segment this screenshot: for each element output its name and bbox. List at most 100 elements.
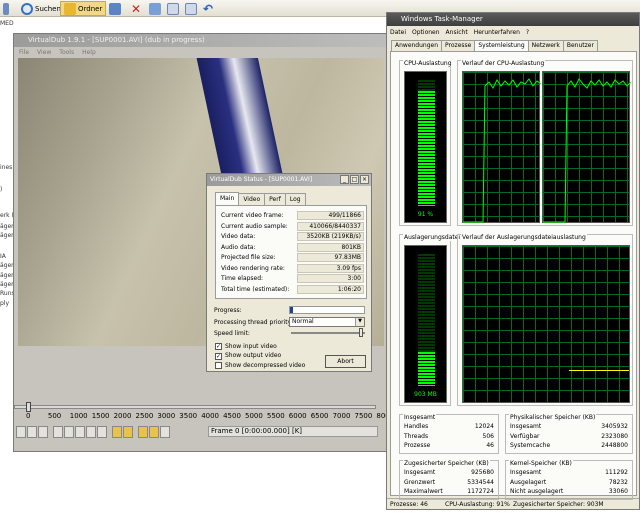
- play-output-icon[interactable]: [38, 426, 48, 438]
- tab-log[interactable]: Log: [284, 193, 306, 205]
- physisch-title: Physikalischer Speicher (KB): [509, 414, 597, 421]
- menu-tools[interactable]: Tools: [59, 49, 74, 56]
- checkbox-2[interactable]: ✓: [215, 352, 222, 360]
- zugesichert-title: Zugesicherter Speicher (KB): [403, 460, 490, 467]
- cpu-usage-group: CPU-Auslastung 91 %: [399, 60, 453, 226]
- status-row-label: Video rendering rate:: [221, 264, 285, 272]
- next-key-icon[interactable]: [97, 426, 107, 438]
- virtualdub-menu: File View Tools Help: [14, 47, 387, 57]
- search-button[interactable]: Suchen: [18, 1, 64, 16]
- chevron-down-icon: ▼: [355, 318, 364, 326]
- kernel-memory-group: Kernel-Speicher (KB) Insgesamt 111292 Ausge…: [505, 460, 633, 500]
- insgesamt-row-label: Threads: [404, 432, 429, 440]
- folder-icon: [64, 2, 76, 15]
- task-manager-window: Windows Task-Manager Datei Optionen Ansi…: [386, 12, 640, 510]
- minimize-button[interactable]: _: [340, 175, 349, 184]
- menu-optionen[interactable]: Optionen: [412, 29, 440, 36]
- mark-in-icon[interactable]: [149, 426, 159, 438]
- speed-limit-thumb[interactable]: [359, 328, 363, 337]
- priority-select[interactable]: Normal ▼: [289, 317, 365, 327]
- scene-fwd-icon[interactable]: [138, 426, 148, 438]
- tab-prozesse[interactable]: Prozesse: [441, 40, 476, 51]
- commit-charge-group: Zugesicherter Speicher (KB) Insgesamt 9256…: [399, 460, 499, 500]
- abort-button[interactable]: Abort: [325, 355, 366, 368]
- menu-datei[interactable]: Datei: [390, 29, 406, 36]
- end-icon[interactable]: [112, 426, 122, 438]
- kernel-row-label: Ausgelagert: [510, 478, 547, 486]
- frame-label: Frame 0 [0:00:00.000] [K]: [211, 427, 303, 435]
- views-button[interactable]: [106, 1, 124, 16]
- tab-perf[interactable]: Perf: [264, 193, 286, 205]
- cut-button[interactable]: [146, 1, 164, 16]
- scene-back-icon[interactable]: [123, 426, 133, 438]
- timeline-tick-label: 1000: [69, 412, 88, 420]
- side-item-text: ): [0, 186, 3, 193]
- swap-history-line: [569, 370, 629, 371]
- search-icon: [21, 2, 33, 15]
- checkbox-3[interactable]: [215, 362, 222, 369]
- totals-group: Insgesamt Handles 12024 Threads 506 Prozesse 4…: [399, 414, 499, 454]
- status-row: Video rendering rate: 3.09 fps: [221, 263, 365, 274]
- menu-help[interactable]: ?: [526, 29, 529, 36]
- kernel-row-value: 78232: [608, 478, 628, 486]
- menu-help[interactable]: Help: [82, 49, 96, 56]
- physisch-row-label: Verfügbar: [510, 432, 540, 440]
- play-input-icon[interactable]: [27, 426, 37, 438]
- priority-label: Processing thread priority:: [214, 319, 293, 326]
- swap-history-graph: [462, 245, 630, 403]
- toolbar-overflow[interactable]: [0, 1, 12, 16]
- tab-systemleistung[interactable]: Systemleistung: [474, 40, 529, 51]
- zugesichert-row-label: Grenzwert: [404, 478, 436, 486]
- zugesichert-row-value: 1172724: [467, 488, 494, 495]
- cpu-history-group: Verlauf der CPU-Auslastung: [457, 60, 633, 226]
- side-item-text: MEDIA: [0, 20, 14, 27]
- kernel-row-label: Insgesamt: [510, 469, 542, 476]
- maximize-button[interactable]: □: [350, 175, 359, 184]
- timeline-track[interactable]: [14, 405, 376, 409]
- folders-button[interactable]: Ordner: [60, 1, 107, 16]
- paste-button[interactable]: [182, 1, 200, 16]
- task-manager-statusbar: Prozesse: 46 CPU-Auslastung: 91% Zugesic…: [387, 498, 639, 510]
- tab-benutzer[interactable]: Benutzer: [562, 40, 598, 51]
- next-frame-icon[interactable]: [86, 426, 96, 438]
- menu-view[interactable]: View: [37, 49, 51, 56]
- timeline-thumb[interactable]: [26, 402, 31, 412]
- delete-icon: ✕: [131, 1, 142, 16]
- insgesamt-row: Threads 506: [404, 433, 494, 442]
- timeline-tick-label: 500: [47, 412, 62, 420]
- stop-icon[interactable]: [16, 426, 26, 438]
- speed-limit-slider[interactable]: [291, 332, 365, 334]
- timeline-tick-label: 7500: [354, 412, 373, 420]
- delete-button[interactable]: ✕: [128, 1, 146, 16]
- timeline-tick-label: 6500: [310, 412, 329, 420]
- tab-video[interactable]: Video: [238, 193, 266, 205]
- prev-key-icon[interactable]: [64, 426, 74, 438]
- status-dialog: VirtualDub Status - [SUP0001.AVI] _ □ × …: [206, 173, 372, 372]
- zugesichert-row-label: Insgesamt: [404, 469, 436, 476]
- tab-netzwerk[interactable]: Netzwerk: [527, 40, 564, 51]
- task-manager-titlebar: Windows Task-Manager: [387, 13, 639, 26]
- menu-file[interactable]: File: [19, 49, 29, 56]
- tab-anwendungen[interactable]: Anwendungen: [391, 40, 443, 51]
- menu-ansicht[interactable]: Ansicht: [446, 29, 468, 36]
- copy-button[interactable]: [164, 1, 182, 16]
- status-processes: Prozesse: 46: [390, 501, 428, 508]
- tab-main[interactable]: Main: [215, 192, 240, 205]
- mark-out-icon[interactable]: [160, 426, 170, 438]
- status-row-value: 499/11866: [297, 211, 364, 220]
- checkbox-1[interactable]: ✓: [215, 343, 222, 350]
- status-row-value: 3.09 fps: [297, 263, 364, 273]
- search-label: Suchen: [35, 4, 61, 13]
- zugesichert-row: Insgesamt 925680: [404, 469, 494, 478]
- copy-icon: [167, 2, 179, 15]
- undo-button[interactable]: ↶: [200, 1, 218, 16]
- explorer-left-pane: MEDIA ines) erk (l äger äger IA äger äger äger Ru…: [0, 17, 14, 515]
- side-item-text: erk (l: [0, 212, 14, 219]
- close-button[interactable]: ×: [360, 175, 369, 184]
- menu-herunterfahren[interactable]: Herunterfahren: [474, 29, 520, 36]
- start-icon[interactable]: [53, 426, 63, 438]
- prev-frame-icon[interactable]: [75, 426, 85, 438]
- timeline-tick-label: 3000: [157, 412, 176, 420]
- status-row-value: 410066/8440337: [297, 221, 364, 231]
- cpu-history-line-1: [463, 78, 541, 223]
